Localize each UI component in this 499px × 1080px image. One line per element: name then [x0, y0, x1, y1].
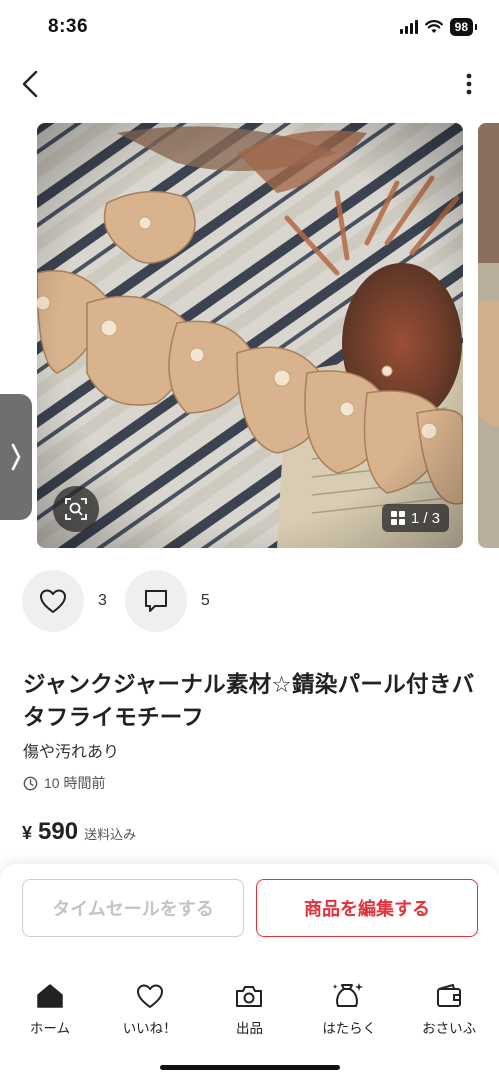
comment-bubble-icon	[144, 590, 167, 612]
product-title: ジャンクジャーナル素材☆錆染パール付きバタフライモチーフ	[23, 672, 475, 730]
next-photo-thumbnail	[478, 123, 499, 548]
tab-home[interactable]: ホーム	[0, 980, 100, 1040]
photo-counter-text: 1 / 3	[410, 509, 440, 527]
action-buttons: タイムセールをする 商品を編集する	[22, 879, 478, 937]
back-button[interactable]	[14, 66, 46, 102]
tab-wallet[interactable]: おさいふ	[399, 980, 499, 1040]
chevron-right-icon	[11, 443, 21, 471]
battery-indicator: 98	[449, 18, 478, 36]
heart-icon	[40, 589, 66, 613]
tab-likes-label: いいね！	[122, 1021, 177, 1036]
heart-outline-icon	[136, 984, 163, 1008]
like-count: 3	[98, 592, 107, 609]
photo-counter[interactable]: 1 / 3	[381, 504, 449, 532]
grid-icon	[390, 511, 405, 525]
comment-count: 5	[200, 592, 210, 609]
posted-time: 10 時間前	[23, 773, 105, 793]
more-vertical-icon	[466, 73, 472, 95]
wallet-icon	[437, 984, 462, 1007]
tab-sell[interactable]: 出品	[200, 980, 300, 1040]
home-indicator	[160, 1065, 340, 1070]
bottom-panel: タイムセールをする 商品を編集する ホーム いいね！ 出品 はたらく おさいふ	[0, 864, 499, 1080]
camera-icon	[236, 986, 263, 1007]
home-icon	[37, 984, 63, 1008]
money-bag-sparkle-icon	[333, 983, 364, 1007]
price: ¥ 590 送料込み	[22, 818, 136, 846]
wifi-icon	[424, 20, 443, 33]
price-currency: ¥	[22, 823, 33, 843]
tab-sell-label: 出品	[235, 1021, 263, 1036]
comment-button[interactable]	[124, 570, 187, 632]
tab-likes[interactable]: いいね！	[100, 980, 200, 1040]
shipping-note: 送料込み	[84, 827, 137, 842]
product-condition: 傷や汚れあり	[23, 744, 120, 761]
tab-work[interactable]: はたらく	[299, 980, 399, 1040]
posted-time-text: 10 時間前	[44, 775, 106, 791]
tab-home-label: ホーム	[29, 1021, 70, 1036]
photo-carousel[interactable]: 1 / 3	[0, 123, 499, 548]
cellular-signal-icon	[399, 20, 418, 34]
status-bar: 8:36 98	[0, 0, 499, 54]
price-value: 590	[38, 818, 79, 845]
tab-bar: ホーム いいね！ 出品 はたらく おさいふ	[0, 980, 499, 1040]
side-drawer-handle[interactable]	[0, 394, 32, 520]
zoom-search-icon	[65, 498, 87, 520]
like-button[interactable]	[22, 570, 84, 632]
status-time: 8:36	[48, 16, 89, 37]
product-photo[interactable]: 1 / 3	[37, 123, 463, 548]
status-icons: 98	[399, 18, 478, 36]
clock-icon	[23, 776, 38, 790]
reaction-row: 3 5	[22, 570, 228, 632]
tab-work-label: はたらく	[322, 1021, 377, 1036]
more-options-button[interactable]	[459, 66, 479, 102]
next-photo-preview[interactable]	[478, 123, 499, 548]
tab-wallet-label: おさいふ	[422, 1021, 477, 1036]
zoom-button[interactable]	[53, 486, 99, 532]
lace-butterfly-photo	[37, 123, 463, 548]
timesale-button[interactable]: タイムセールをする	[22, 879, 244, 937]
chevron-left-icon	[22, 70, 38, 98]
top-nav	[0, 62, 499, 106]
edit-item-button[interactable]: 商品を編集する	[256, 879, 478, 937]
